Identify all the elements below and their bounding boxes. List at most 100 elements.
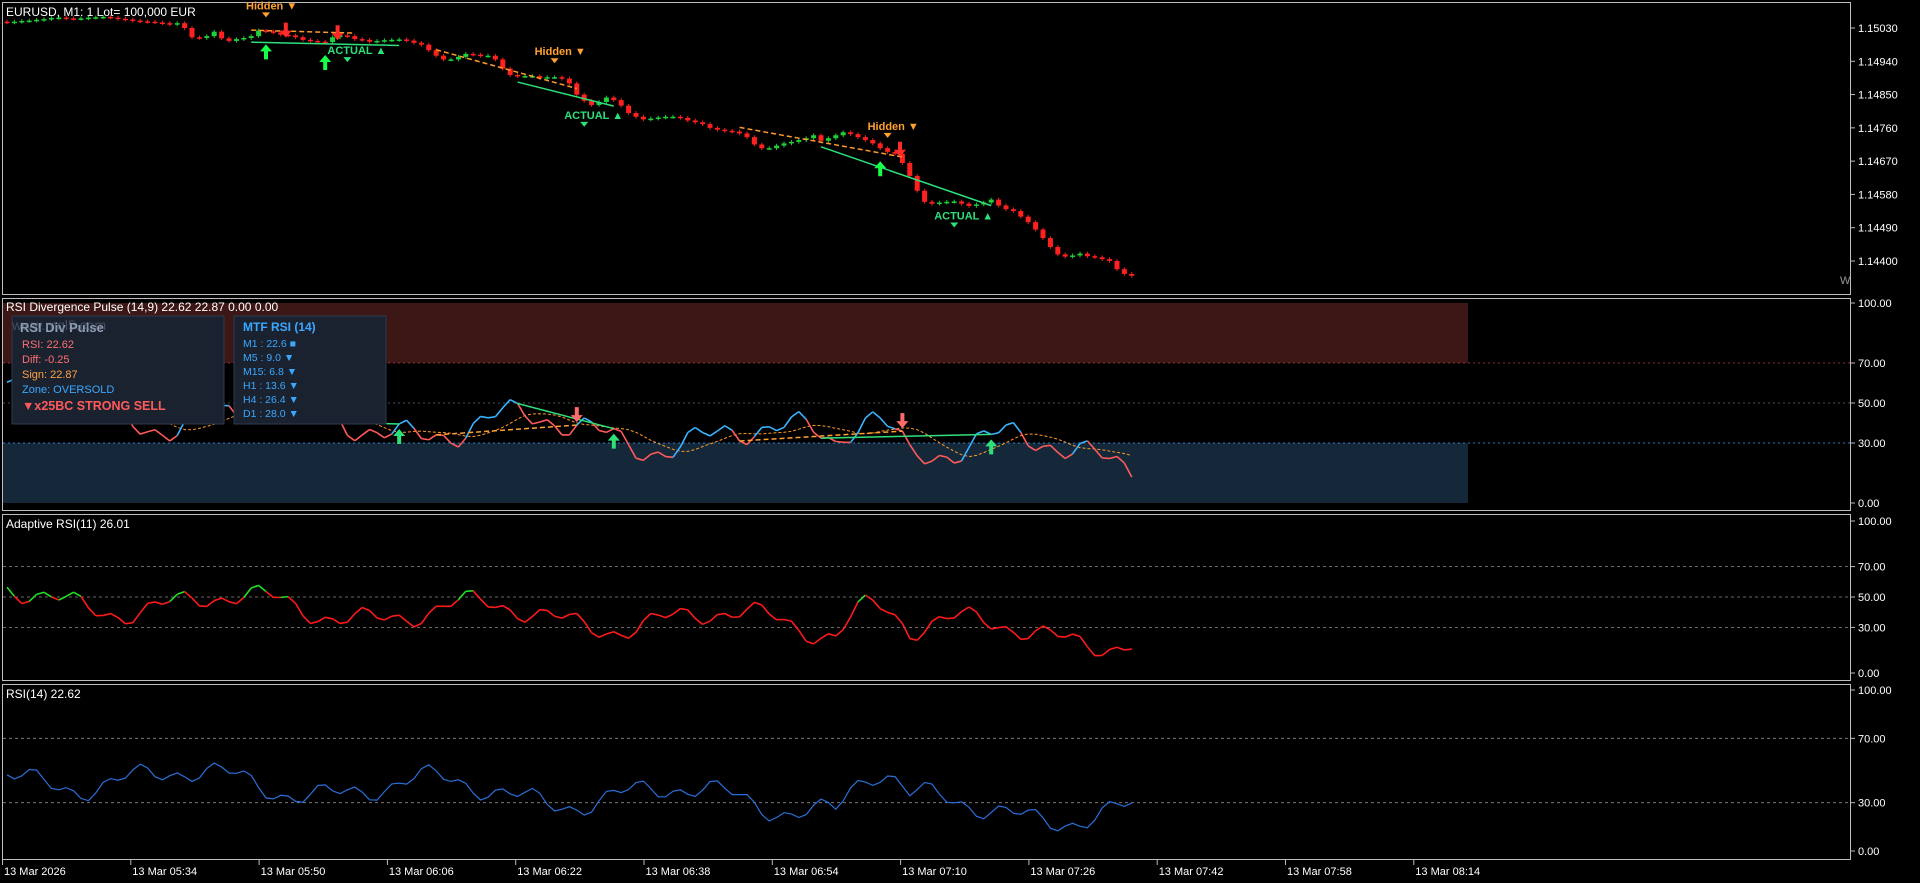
adaptive-rsi-segment	[325, 616, 333, 620]
adaptive-rsi-segment	[657, 614, 666, 619]
adaptive-rsi-segment	[894, 614, 904, 625]
adaptive-rsi-segment	[909, 637, 918, 642]
candle-body	[722, 129, 728, 132]
candle-body	[344, 35, 350, 37]
candle-body	[877, 143, 883, 149]
candle-body	[1047, 238, 1053, 247]
rsi-line-segment	[872, 411, 881, 419]
adaptive-rsi-segment	[1020, 637, 1029, 641]
buy-arrow-icon	[319, 55, 332, 71]
candle-body	[951, 201, 957, 203]
adaptive-rsi-segment	[132, 612, 141, 624]
candle-body	[389, 39, 395, 42]
adaptive-rsi-segment	[606, 630, 615, 635]
candle-body	[1062, 254, 1068, 257]
corner-text: W	[1840, 275, 1851, 287]
adaptive-rsi-segment	[620, 634, 629, 639]
candle-body	[1084, 253, 1090, 257]
rsi14-pane[interactable]	[3, 737, 1850, 832]
candle-body	[130, 19, 136, 21]
rsi-line-segment	[761, 425, 770, 429]
adaptive-rsi-segment	[517, 618, 526, 623]
rsi-line-segment	[376, 432, 385, 439]
price-tick-label: 1.14760	[1858, 123, 1898, 135]
candle-body	[182, 23, 188, 28]
adaptive-rsi-segment	[680, 607, 688, 611]
actual-div-label: ACTUAL ▲	[327, 45, 386, 57]
adaptive-rsi-segment	[169, 593, 178, 603]
adaptive-rsi-segment	[1027, 630, 1037, 640]
adaptive-rsi-segment	[332, 618, 341, 625]
candle-body	[463, 53, 469, 57]
price-pane[interactable]: Hidden ▼ Hidden ▼ Hidden ▼ ACTUAL ▲ ACTUAL ▲…	[4, 0, 1135, 278]
candle-body	[1114, 261, 1120, 270]
candle-body	[552, 77, 558, 79]
time-tick-label: 13 Mar 06:38	[646, 866, 711, 878]
adaptive-rsi-segment	[642, 612, 652, 622]
adaptive-rsi-segment	[768, 613, 778, 621]
adaptive-rsi-segment	[923, 620, 933, 633]
rsi-line-segment	[864, 411, 874, 419]
adaptive-rsi-header: Adaptive RSI(11) 26.01	[6, 517, 130, 531]
chart-header: EURUSD, M1: 1 Lot= 100,000 EUR	[6, 5, 196, 19]
candle-body	[204, 36, 210, 38]
rsi-line-segment	[998, 424, 1007, 434]
hidden-div-label: Hidden ▼	[535, 46, 586, 58]
trading-chart[interactable]: Hidden ▼ Hidden ▼ Hidden ▼ ACTUAL ▲ ACTUAL ▲…	[0, 0, 1920, 883]
candle-body	[818, 135, 824, 141]
adaptive-rsi-segment	[939, 615, 947, 620]
adaptive-rsi-segment	[154, 601, 163, 606]
adaptive-rsi-segment	[849, 601, 859, 618]
adaptive-rsi-segment	[539, 608, 548, 612]
adaptive-rsi-segment	[398, 614, 408, 622]
time-tick-label: 13 Mar 07:26	[1030, 866, 1095, 878]
rsi-line-segment	[413, 427, 423, 440]
candle-body	[233, 39, 239, 41]
adaptive-rsi-segment	[746, 601, 755, 610]
adaptive-rsi-segment	[524, 615, 533, 623]
candle-body	[189, 28, 195, 38]
rsi-line-segment	[384, 433, 393, 439]
time-tick-label: 13 Mar 06:22	[517, 866, 582, 878]
adaptive-rsi-segment	[80, 596, 90, 609]
candle-body	[929, 201, 935, 204]
level-tick-label: 100.00	[1858, 516, 1892, 528]
adaptive-rsi-segment	[339, 621, 348, 625]
rsi-line-segment	[768, 426, 777, 432]
candle-body	[1025, 216, 1031, 223]
rsi-line-segment	[1005, 421, 1014, 426]
candle-body	[744, 133, 750, 138]
candle-body	[618, 100, 624, 106]
candle-body	[300, 37, 306, 40]
adaptive-rsi-segment	[761, 604, 770, 615]
rsi-line-segment	[346, 434, 356, 442]
time-tick-label: 13 Mar 07:58	[1287, 866, 1352, 878]
candle-body	[41, 19, 47, 21]
diamond-marker-icon	[262, 12, 270, 18]
rsi14-header: RSI(14) 22.62	[6, 687, 81, 701]
adaptive-rsi-segment	[361, 606, 370, 612]
adaptive-rsi-segment	[213, 597, 222, 602]
adaptive-rsi-segment	[1035, 625, 1044, 632]
candle-body	[226, 38, 232, 41]
candle-body	[4, 21, 10, 24]
adaptive-rsi-segment	[650, 612, 659, 616]
adaptive-rsi-segment	[294, 603, 304, 617]
adaptive-rsi-segment	[13, 595, 23, 605]
adaptive-rsi-segment	[961, 606, 970, 613]
candle-body	[367, 39, 373, 42]
adaptive-rsi-segment	[828, 633, 837, 637]
time-tick-label: 13 Mar 05:50	[261, 866, 326, 878]
mtf-row-h1: H1 : 13.6 ▼	[243, 380, 299, 392]
adaptive-rsi-segment	[739, 608, 748, 618]
candle-body	[663, 116, 669, 119]
price-tick-label: 1.14400	[1858, 256, 1898, 268]
adaptive-rsi-pane[interactable]	[3, 566, 1850, 657]
adaptive-rsi-segment	[147, 601, 156, 605]
adaptive-rsi-segment	[36, 591, 45, 596]
candle-body	[307, 39, 313, 42]
rsi-line-segment	[1012, 422, 1022, 433]
rsi-line-segment	[976, 430, 985, 435]
adaptive-rsi-segment	[672, 607, 681, 615]
candle-body	[1107, 259, 1113, 261]
